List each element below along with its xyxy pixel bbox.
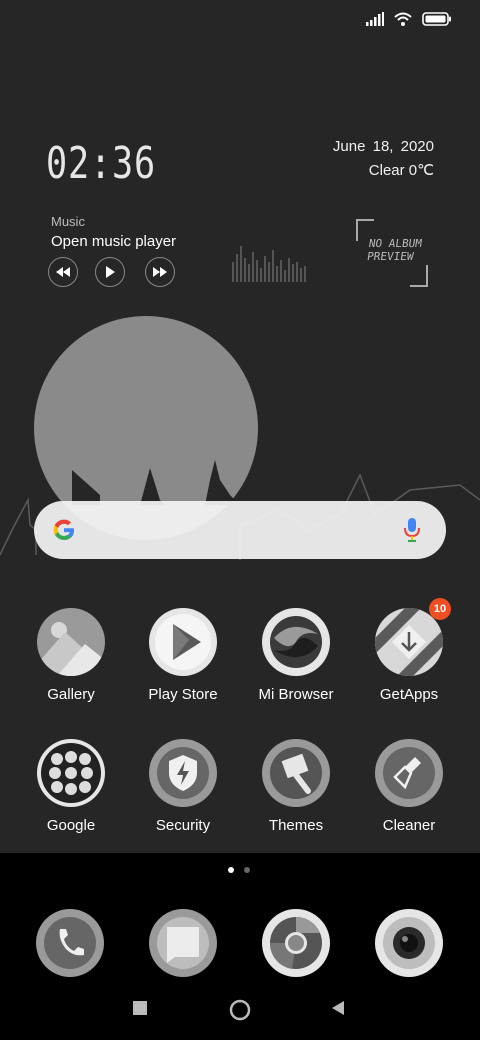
play-store-icon bbox=[149, 608, 217, 676]
back-button[interactable] bbox=[330, 1000, 346, 1021]
security-icon bbox=[149, 739, 217, 807]
google-search-bar[interactable] bbox=[34, 501, 446, 559]
app-security[interactable]: Security bbox=[127, 739, 239, 834]
home-button[interactable] bbox=[229, 999, 251, 1026]
dock-messages[interactable] bbox=[149, 909, 217, 977]
app-label: Security bbox=[155, 817, 211, 834]
camera-icon bbox=[383, 917, 435, 969]
date-text[interactable]: June 18, 2020 bbox=[333, 138, 434, 155]
app-google-folder[interactable]: Google bbox=[15, 739, 127, 834]
battery-icon bbox=[422, 12, 451, 26]
equalizer-graphic bbox=[232, 246, 306, 282]
signal-icon bbox=[366, 12, 384, 26]
microphone-icon[interactable] bbox=[402, 517, 422, 543]
wifi-icon bbox=[394, 12, 412, 26]
status-bar bbox=[366, 12, 452, 26]
chrome-icon bbox=[269, 917, 322, 969]
album-preview[interactable]: NO ALBUM PREVIEW bbox=[356, 219, 428, 287]
app-label: Play Store bbox=[148, 686, 218, 703]
next-button[interactable] bbox=[145, 257, 175, 287]
app-cleaner[interactable]: Cleaner bbox=[353, 739, 465, 834]
google-logo-icon bbox=[53, 519, 74, 540]
dock-camera[interactable] bbox=[375, 909, 443, 977]
dock-phone[interactable] bbox=[36, 909, 104, 977]
cleaner-icon bbox=[375, 739, 443, 807]
back-triangle-icon bbox=[332, 1001, 344, 1015]
play-button[interactable] bbox=[95, 257, 125, 287]
fast-forward-icon bbox=[153, 267, 167, 277]
app-label: Mi Browser bbox=[258, 686, 334, 703]
themes-icon bbox=[262, 739, 330, 807]
app-themes[interactable]: Themes bbox=[240, 739, 352, 834]
app-label: Themes bbox=[268, 817, 324, 834]
gallery-icon bbox=[37, 608, 105, 676]
circle-home-icon bbox=[229, 999, 251, 1021]
rewind-icon bbox=[56, 267, 70, 277]
app-getapps[interactable]: 10 GetApps bbox=[353, 598, 465, 703]
app-play-store[interactable]: Play Store bbox=[127, 608, 239, 703]
weather-text[interactable]: Clear 0℃ bbox=[369, 161, 434, 179]
app-label: Cleaner bbox=[382, 817, 436, 834]
page-indicator bbox=[228, 867, 250, 873]
page-dot[interactable] bbox=[244, 867, 250, 873]
clock-time[interactable]: 02:36 bbox=[46, 138, 156, 189]
app-label: Gallery bbox=[47, 686, 95, 703]
dock-chrome[interactable] bbox=[262, 909, 330, 977]
phone-icon bbox=[44, 917, 96, 969]
messages-icon bbox=[157, 917, 209, 969]
square-icon bbox=[133, 1001, 147, 1015]
music-title[interactable]: Open music player bbox=[51, 233, 176, 250]
page-dot-active[interactable] bbox=[228, 867, 234, 873]
notification-badge: 10 bbox=[429, 598, 451, 620]
app-gallery[interactable]: Gallery bbox=[15, 608, 127, 703]
app-label: GetApps bbox=[379, 686, 439, 703]
getapps-icon bbox=[375, 608, 443, 676]
album-text-line2: PREVIEW bbox=[366, 250, 415, 263]
previous-button[interactable] bbox=[48, 257, 78, 287]
play-icon bbox=[106, 266, 115, 278]
app-label: Google bbox=[46, 817, 96, 834]
music-label: Music bbox=[51, 214, 85, 229]
recents-button[interactable] bbox=[132, 1000, 148, 1021]
google-folder-icon bbox=[37, 739, 105, 807]
album-text-line1: NO ALBUM bbox=[368, 237, 423, 250]
app-mi-browser[interactable]: Mi Browser bbox=[240, 608, 352, 703]
mi-browser-icon bbox=[262, 608, 330, 676]
